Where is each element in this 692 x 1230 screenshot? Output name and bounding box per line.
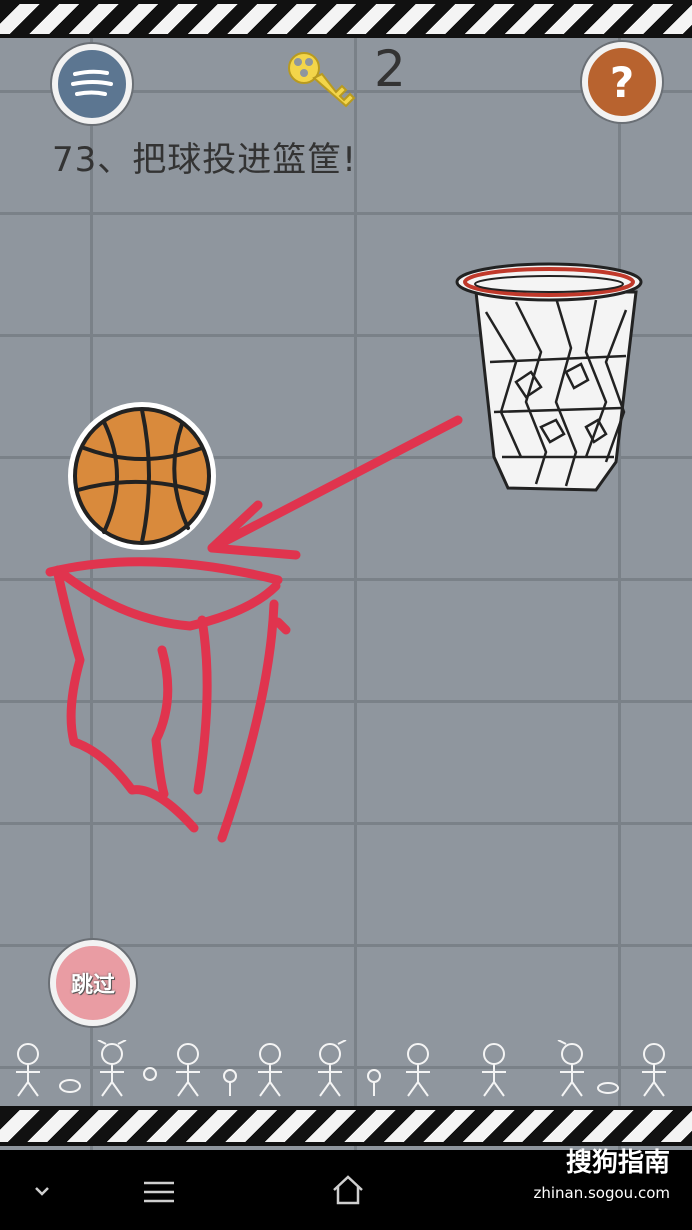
watermark-url: zhinan.sogou.com — [533, 1184, 670, 1202]
watermark-brand: 搜狗指南 — [565, 1148, 670, 1178]
skip-button[interactable]: 跳过 — [50, 940, 136, 1026]
stick-figure-border — [16, 1040, 666, 1097]
level-title: 73、把球投进篮筐! — [52, 140, 357, 180]
menu-lines-icon[interactable] — [142, 1180, 176, 1204]
help-button[interactable]: ? — [582, 42, 662, 122]
skip-label: 跳过 — [70, 973, 115, 998]
home-icon[interactable] — [330, 1174, 366, 1206]
player-drawing — [45, 415, 463, 843]
bottom-hazard-stripe — [0, 1106, 692, 1146]
chevron-down-icon[interactable] — [32, 1184, 52, 1198]
menu-button[interactable] — [52, 44, 132, 124]
key-count: 2 — [374, 40, 406, 98]
menu-icon — [71, 69, 113, 96]
top-hazard-stripe — [0, 0, 692, 38]
game-screen[interactable]: 2 ? 73、把球投进篮筐! 跳过 — [0, 0, 692, 1150]
question-icon: ? — [609, 57, 635, 107]
key-icon — [288, 52, 356, 108]
